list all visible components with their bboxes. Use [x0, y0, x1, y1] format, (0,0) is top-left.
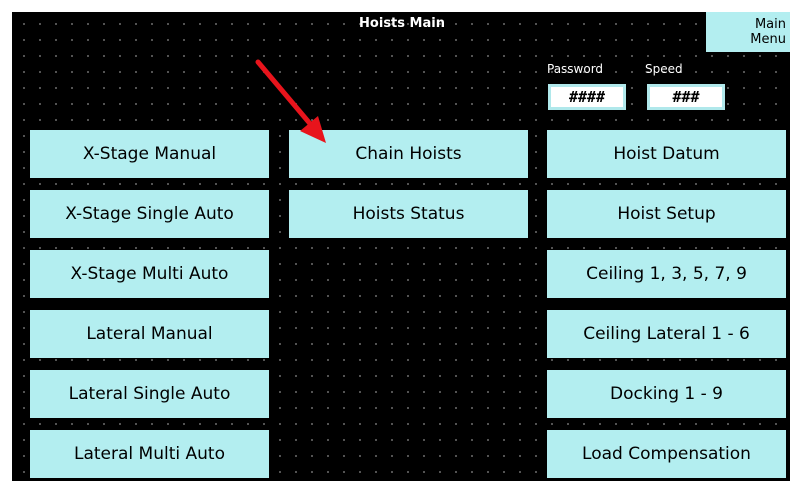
main-menu-label-line2: Menu — [750, 32, 786, 47]
speed-field[interactable] — [647, 84, 725, 110]
speed-label: Speed — [645, 62, 683, 76]
chain-hoists-button[interactable]: Chain Hoists — [289, 130, 528, 178]
ceiling-odd-button[interactable]: Ceiling 1, 3, 5, 7, 9 — [547, 250, 786, 298]
password-field[interactable] — [548, 84, 626, 110]
x-stage-multi-auto-button[interactable]: X-Stage Multi Auto — [30, 250, 269, 298]
lateral-single-auto-button[interactable]: Lateral Single Auto — [30, 370, 269, 418]
hoist-datum-button[interactable]: Hoist Datum — [547, 130, 786, 178]
lateral-manual-button[interactable]: Lateral Manual — [30, 310, 269, 358]
hoist-setup-button[interactable]: Hoist Setup — [547, 190, 786, 238]
hmi-screen: Hoists Main Main Menu Password Speed X-S… — [12, 12, 790, 481]
lateral-multi-auto-button[interactable]: Lateral Multi Auto — [30, 430, 269, 478]
x-stage-manual-button[interactable]: X-Stage Manual — [30, 130, 269, 178]
docking-button[interactable]: Docking 1 - 9 — [547, 370, 786, 418]
page-title: Hoists Main — [359, 16, 445, 31]
hoists-status-button[interactable]: Hoists Status — [289, 190, 528, 238]
password-label: Password — [547, 62, 604, 76]
main-menu-button[interactable]: Main Menu — [706, 12, 790, 52]
x-stage-single-auto-button[interactable]: X-Stage Single Auto — [30, 190, 269, 238]
ceiling-lateral-button[interactable]: Ceiling Lateral 1 - 6 — [547, 310, 786, 358]
load-compensation-button[interactable]: Load Compensation — [547, 430, 786, 478]
main-menu-label-line1: Main — [754, 17, 786, 32]
